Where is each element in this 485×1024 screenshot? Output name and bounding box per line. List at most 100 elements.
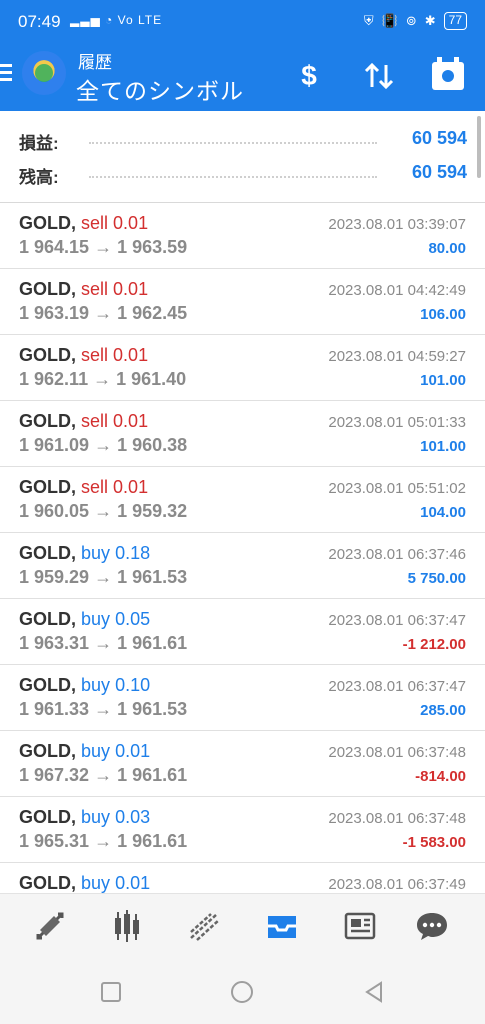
trade-side: sell bbox=[81, 411, 109, 431]
trade-row[interactable]: GOLD, buy 0.01 1 967.32 → 1 961.61 2023.08… bbox=[0, 731, 485, 797]
trade-time: 2023.08.01 04:59:27 bbox=[328, 348, 466, 365]
shield-icon: ⛨ bbox=[363, 13, 374, 28]
trade-side: buy bbox=[81, 609, 111, 629]
bluetooth-icon: ✱ bbox=[424, 13, 436, 28]
top-bar: 07:49 ▂▃▅ ◔ Vo LTE ⛨ 📳 ⊚ ✱ 77 履歴 全てのシンボル… bbox=[0, 0, 485, 111]
status-icons: ⛨ 📳 ⊚ ✱ 77 bbox=[364, 12, 467, 30]
profit-label: 損益: bbox=[19, 134, 59, 153]
trade-time: 2023.08.01 06:37:48 bbox=[328, 810, 466, 827]
trend-lines-icon bbox=[190, 913, 220, 941]
app-bar: 履歴 全てのシンボル $ bbox=[0, 46, 485, 111]
trade-profit: 5 750.00 bbox=[407, 570, 466, 587]
trade-profit: 104.00 bbox=[420, 504, 466, 521]
sort-button[interactable] bbox=[357, 56, 401, 96]
app-logo[interactable] bbox=[22, 51, 66, 95]
trade-symbol: GOLD, buy 0.05 bbox=[19, 609, 150, 630]
trade-symbol: GOLD, sell 0.01 bbox=[19, 213, 148, 234]
trade-profit: 101.00 bbox=[420, 372, 466, 389]
trade-list[interactable]: GOLD, sell 0.01 1 964.15 → 1 963.59 2023.0… bbox=[0, 203, 485, 893]
trade-side: buy bbox=[81, 741, 111, 761]
trade-time: 2023.08.01 05:01:33 bbox=[328, 414, 466, 431]
symbol-name: GOLD, bbox=[19, 411, 76, 431]
home-icon[interactable] bbox=[230, 980, 254, 1004]
trade-side: sell bbox=[81, 213, 109, 233]
trade-row[interactable]: GOLD, sell 0.01 1 962.11 → 1 961.40 2023.0… bbox=[0, 335, 485, 401]
trade-lot: 0.05 bbox=[115, 609, 151, 629]
trade-row[interactable]: GOLD, sell 0.01 1 963.19 → 1 962.45 2023.0… bbox=[0, 269, 485, 335]
trade-prices: 1 961.09 → 1 960.38 bbox=[19, 435, 188, 455]
trade-row[interactable]: GOLD, buy 0.01 2023.08.01 06:37:49 bbox=[0, 863, 485, 893]
trade-row[interactable]: GOLD, buy 0.18 1 959.29 → 1 961.53 2023.08… bbox=[0, 533, 485, 599]
bottom-tab-bar bbox=[0, 893, 485, 960]
system-nav-bar bbox=[0, 960, 485, 1024]
page-title[interactable]: 全てのシンボル bbox=[76, 72, 244, 106]
trade-row[interactable]: GOLD, buy 0.05 1 963.31 → 1 961.61 2023.08… bbox=[0, 599, 485, 665]
symbol-name: GOLD, bbox=[19, 675, 76, 695]
calendar-button[interactable] bbox=[426, 56, 470, 96]
tab-trade[interactable] bbox=[183, 906, 227, 946]
battery-icon: 77 bbox=[443, 12, 467, 30]
trade-side: sell bbox=[81, 279, 109, 299]
trade-symbol: GOLD, sell 0.01 bbox=[19, 411, 148, 432]
trade-prices: 1 963.31 → 1 961.61 bbox=[19, 633, 188, 653]
symbol-name: GOLD, bbox=[19, 741, 76, 761]
recent-apps-icon[interactable] bbox=[99, 980, 123, 1004]
dotted-leader bbox=[89, 142, 377, 144]
signal-icon: ▂▃▅ ◔ Vo LTE bbox=[70, 13, 163, 27]
trade-row[interactable]: GOLD, sell 0.01 1 961.09 → 1 960.38 2023.0… bbox=[0, 401, 485, 467]
trade-row[interactable]: GOLD, sell 0.01 1 964.15 → 1 963.59 2023.0… bbox=[0, 203, 485, 269]
trade-side: buy bbox=[81, 543, 111, 563]
trade-time: 2023.08.01 06:37:47 bbox=[328, 612, 466, 629]
page-subtitle: 履歴 bbox=[78, 53, 112, 72]
dotted-leader bbox=[89, 176, 377, 178]
trade-row[interactable]: GOLD, sell 0.01 1 960.05 → 1 959.32 2023.0… bbox=[0, 467, 485, 533]
trade-lot: 0.03 bbox=[115, 807, 151, 827]
symbol-name: GOLD, bbox=[19, 609, 76, 629]
scrollbar[interactable] bbox=[477, 116, 481, 178]
tab-quotes[interactable] bbox=[28, 906, 72, 946]
trade-row[interactable]: GOLD, buy 0.10 1 961.33 → 1 961.53 2023.08… bbox=[0, 665, 485, 731]
profit-value: 60 594 bbox=[411, 128, 467, 148]
tab-news[interactable] bbox=[338, 906, 382, 946]
arrows-diagonal-icon bbox=[36, 912, 64, 940]
trade-side: buy bbox=[81, 873, 111, 893]
trade-profit: -1 583.00 bbox=[402, 834, 466, 851]
tab-chart[interactable] bbox=[105, 906, 149, 946]
trade-prices: 1 967.32 → 1 961.61 bbox=[19, 765, 188, 785]
sort-arrows-icon bbox=[364, 62, 394, 90]
symbol-name: GOLD, bbox=[19, 213, 76, 233]
trade-time: 2023.08.01 03:39:07 bbox=[328, 216, 466, 233]
back-icon[interactable] bbox=[362, 980, 386, 1004]
tab-messages[interactable] bbox=[410, 906, 454, 946]
trade-profit: 285.00 bbox=[420, 702, 466, 719]
currency-exchange-button[interactable]: $ bbox=[287, 56, 331, 96]
trade-side: sell bbox=[81, 345, 109, 365]
trade-time: 2023.08.01 06:37:49 bbox=[328, 876, 466, 893]
trade-profit: 101.00 bbox=[420, 438, 466, 455]
trade-profit: 80.00 bbox=[428, 240, 466, 257]
summary-row-balance: 残高: 60 594 bbox=[19, 159, 467, 189]
trade-symbol: GOLD, sell 0.01 bbox=[19, 279, 148, 300]
trade-side: buy bbox=[81, 807, 111, 827]
trade-time: 2023.08.01 05:51:02 bbox=[328, 480, 466, 497]
summary-panel: 損益: 60 594 残高: 60 594 bbox=[0, 111, 485, 203]
symbol-name: GOLD, bbox=[19, 873, 76, 893]
vibrate-icon: 📳 bbox=[381, 13, 398, 28]
trade-lot: 0.01 bbox=[113, 279, 149, 299]
trade-time: 2023.08.01 06:37:47 bbox=[328, 678, 466, 695]
trade-symbol: GOLD, buy 0.03 bbox=[19, 807, 150, 828]
trade-profit: 106.00 bbox=[420, 306, 466, 323]
symbol-name: GOLD, bbox=[19, 807, 76, 827]
status-bar: 07:49 ▂▃▅ ◔ Vo LTE ⛨ 📳 ⊚ ✱ 77 bbox=[0, 0, 485, 46]
tab-history[interactable] bbox=[260, 906, 304, 946]
menu-icon[interactable] bbox=[0, 64, 14, 84]
trade-side: buy bbox=[81, 675, 111, 695]
trade-prices: 1 959.29 → 1 961.53 bbox=[19, 567, 188, 587]
trade-symbol: GOLD, buy 0.01 bbox=[19, 741, 150, 762]
trade-row[interactable]: GOLD, buy 0.03 1 965.31 → 1 961.61 2023.08… bbox=[0, 797, 485, 863]
trade-prices: 1 965.31 → 1 961.61 bbox=[19, 831, 188, 851]
trade-time: 2023.08.01 06:37:46 bbox=[328, 546, 466, 563]
trade-time: 2023.08.01 06:37:48 bbox=[328, 744, 466, 761]
trade-lot: 0.18 bbox=[115, 543, 151, 563]
status-time: 07:49 bbox=[18, 12, 61, 31]
